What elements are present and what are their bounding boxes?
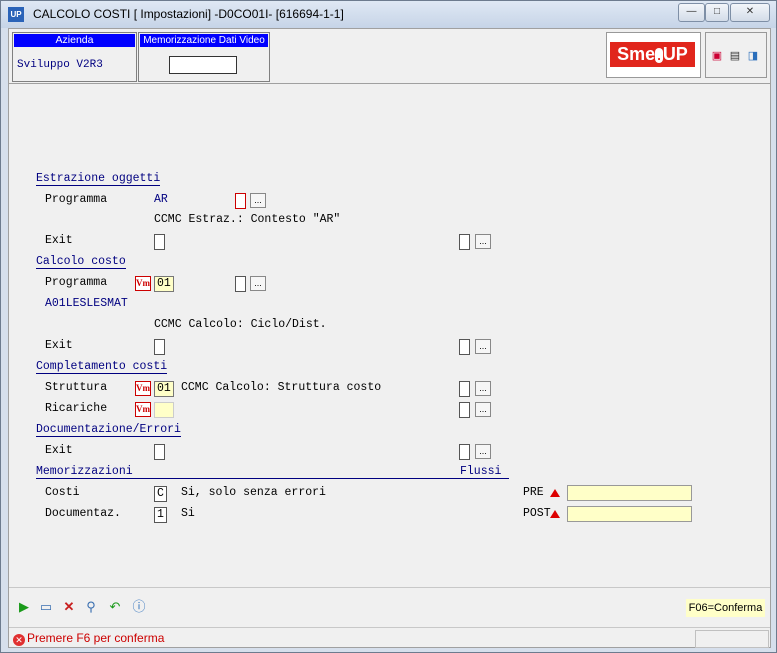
toolbar-icons: ▣ ▤ ◨	[705, 32, 767, 78]
pre-triangle-icon	[550, 489, 560, 497]
documentazione-exit-check[interactable]	[154, 444, 165, 460]
status-grip	[695, 630, 769, 648]
section-calcolo-title: Calcolo costo	[36, 255, 126, 269]
pre-field[interactable]	[567, 485, 692, 501]
cancel-icon[interactable]: ✕	[62, 600, 76, 614]
post-label: POST	[523, 507, 551, 520]
ricariche-field[interactable]	[154, 402, 174, 418]
calcolo-programma-code: A01LESLESMAT	[45, 297, 128, 310]
header-bar: Azienda Sviluppo V2R3 Memorizzazione Dat…	[9, 29, 770, 84]
memorizzazioni-divider	[36, 478, 509, 479]
azienda-value: Sviluppo V2R3	[17, 59, 103, 71]
section-memorizzazioni-title: Memorizzazioni	[36, 465, 133, 478]
estrazione-programma-value: AR	[154, 193, 168, 206]
title-bar: UP CALCOLO COSTI [ Impostazioni] -D0CO01…	[1, 1, 776, 28]
estrazione-exit-label: Exit	[45, 234, 73, 247]
window-icon[interactable]: ▭	[39, 600, 53, 614]
play-icon[interactable]: ▶	[17, 600, 31, 614]
estrazione-programma-desc: CCMC Estraz.: Contesto "AR"	[154, 213, 341, 226]
calcolo-programma-dots-button[interactable]: ...	[250, 276, 266, 291]
documentaz-field[interactable]: 1	[154, 507, 167, 523]
section-estrazione-title: Estrazione oggetti	[36, 172, 161, 186]
close-button[interactable]: ✕	[730, 3, 770, 22]
pre-label: PRE	[523, 486, 544, 499]
azienda-box: Azienda Sviluppo V2R3	[12, 32, 137, 82]
struttura-field[interactable]: 01	[154, 381, 174, 397]
calcolo-exit-dots-button[interactable]: ...	[475, 339, 491, 354]
costi-label: Costi	[45, 486, 80, 499]
documentazione-exit-check-2[interactable]	[459, 444, 470, 460]
minimize-button[interactable]: —	[678, 3, 705, 22]
palette-icon[interactable]: ▣	[711, 50, 723, 62]
smeup-logo: Sme. UP	[606, 32, 701, 78]
calcolo-exit-check[interactable]	[154, 339, 165, 355]
main-panel: Azienda Sviluppo V2R3 Memorizzazione Dat…	[8, 28, 771, 648]
memo-input[interactable]	[169, 56, 237, 74]
logo-text-left: Sme	[617, 44, 656, 64]
struttura-label: Struttura	[45, 381, 108, 394]
vm-icon[interactable]: Vm	[135, 402, 151, 417]
info-icon[interactable]: ⓘ	[132, 600, 146, 614]
ricariche-dots-button[interactable]: ...	[475, 402, 491, 417]
ricariche-label: Ricariche	[45, 402, 108, 415]
maximize-button[interactable]: □	[705, 3, 729, 22]
calcolo-programma-field[interactable]: 01	[154, 276, 174, 292]
vm-icon[interactable]: Vm	[135, 276, 151, 291]
memo-box: Memorizzazione Dati Video	[138, 32, 270, 82]
struttura-desc: CCMC Calcolo: Struttura costo	[181, 381, 382, 394]
post-field[interactable]	[567, 506, 692, 522]
costi-desc: Si, solo senza errori	[181, 486, 326, 499]
memo-label: Memorizzazione Dati Video	[140, 34, 268, 47]
calcolo-programma-label: Programma	[45, 276, 108, 289]
documentaz-desc: Si	[181, 507, 195, 520]
estrazione-programma-check[interactable]	[235, 193, 246, 209]
estrazione-programma-label: Programma	[45, 193, 108, 206]
section-completamento-title: Completamento costi	[36, 360, 168, 374]
azienda-label: Azienda	[14, 34, 135, 47]
document-icon[interactable]: ▤	[729, 50, 741, 62]
struttura-dots-button[interactable]: ...	[475, 381, 491, 396]
status-message: Premere F6 per conferma	[27, 631, 165, 645]
documentazione-exit-dots-button[interactable]: ...	[475, 444, 491, 459]
estrazione-exit-dots-button[interactable]: ...	[475, 234, 491, 249]
folder-icon[interactable]: ◨	[747, 50, 759, 62]
app-icon: UP	[8, 7, 24, 22]
f06-conferma-button[interactable]: F06=Conferma	[686, 599, 765, 617]
search-icon[interactable]: ⚲	[84, 600, 98, 614]
status-bar: ✕ Premere F6 per conferma	[9, 627, 770, 648]
estrazione-exit-check-2[interactable]	[459, 234, 470, 250]
logo-text-right: UP	[662, 44, 688, 64]
documentazione-exit-label: Exit	[45, 444, 73, 457]
vm-icon[interactable]: Vm	[135, 381, 151, 396]
documentaz-label: Documentaz.	[45, 507, 121, 520]
struttura-check[interactable]	[459, 381, 470, 397]
application-window: UP CALCOLO COSTI [ Impostazioni] -D0CO01…	[0, 0, 777, 653]
footer-toolbar: ▶ ▭ ✕ ⚲ ↶ ⓘ F06=Conferma	[9, 587, 770, 628]
calcolo-programma-check[interactable]	[235, 276, 246, 292]
section-documentazione-title: Documentazione/Errori	[36, 423, 181, 437]
error-icon: ✕	[13, 634, 25, 646]
ricariche-check[interactable]	[459, 402, 470, 418]
flussi-label: Flussi	[460, 465, 502, 478]
window-title: CALCOLO COSTI [ Impostazioni] -D0CO01I- …	[33, 7, 344, 21]
estrazione-exit-check[interactable]	[154, 234, 165, 250]
costi-field[interactable]: C	[154, 486, 167, 502]
calcolo-exit-label: Exit	[45, 339, 73, 352]
post-triangle-icon	[550, 510, 560, 518]
estrazione-programma-dots-button[interactable]: ...	[250, 193, 266, 208]
back-arrow-icon[interactable]: ↶	[108, 600, 122, 614]
calcolo-exit-check-2[interactable]	[459, 339, 470, 355]
calcolo-programma-desc: CCMC Calcolo: Ciclo/Dist.	[154, 318, 327, 331]
